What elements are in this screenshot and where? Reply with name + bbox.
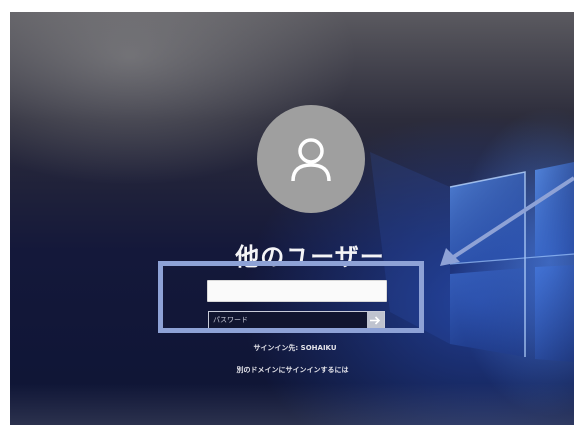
screen-glare xyxy=(10,383,574,425)
lock-screen: 他のユーザー パスワード サインイン先: SOHAIKU 別のドメインにサインイ… xyxy=(10,12,574,425)
logo-pane-top-left xyxy=(450,172,525,264)
sign-in-domain-text: サインイン先: SOHAIKU xyxy=(253,344,337,352)
logo-pane-bottom-right xyxy=(535,265,574,362)
highlight-box xyxy=(158,261,424,333)
logo-pane-top-right xyxy=(535,162,574,256)
user-avatar xyxy=(257,105,365,213)
photo-frame: 他のユーザー パスワード サインイン先: SOHAIKU 別のドメインにサインイ… xyxy=(0,0,574,430)
logo-pane-bottom-left xyxy=(450,268,525,357)
user-silhouette-icon xyxy=(291,138,331,182)
windows-logo-wallpaper xyxy=(370,152,574,362)
other-domain-link[interactable]: 別のドメインにサインインするには xyxy=(215,365,370,375)
